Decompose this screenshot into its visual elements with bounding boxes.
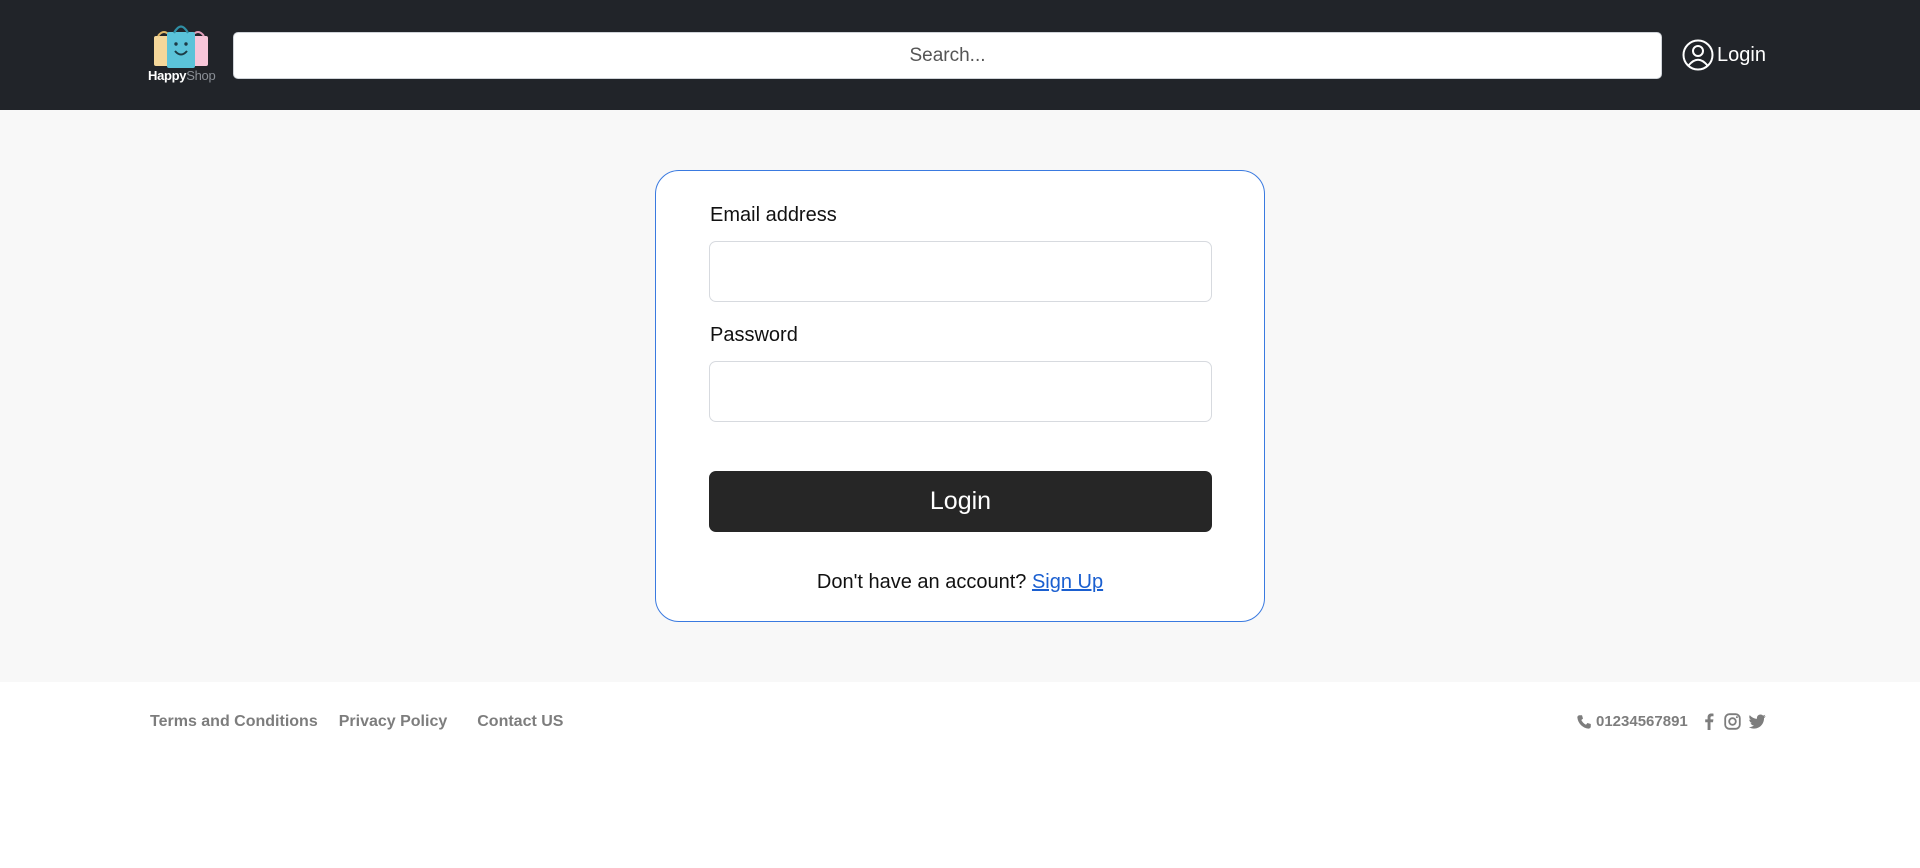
main-content: Email address Password Login Don't have … <box>0 110 1920 682</box>
signup-prompt-row: Don't have an account? Sign Up <box>656 571 1264 594</box>
phone-icon <box>1576 714 1592 730</box>
top-navbar: HappyShop Login <box>0 0 1920 110</box>
logo-word-shop: Shop <box>186 68 216 83</box>
footer-links: Terms and Conditions Privacy Policy Cont… <box>150 713 563 731</box>
shopping-bags-icon <box>154 25 208 68</box>
login-form-card: Email address Password Login Don't have … <box>655 170 1265 622</box>
logo-text: HappyShop <box>148 68 216 83</box>
signup-link[interactable]: Sign Up <box>1032 571 1103 593</box>
header-login-button[interactable]: Login <box>1681 38 1766 72</box>
header-login-label: Login <box>1717 43 1766 66</box>
password-label: Password <box>710 324 798 346</box>
user-circle-icon <box>1682 39 1714 71</box>
password-field[interactable] <box>709 361 1212 422</box>
email-field[interactable] <box>709 241 1212 302</box>
login-submit-button[interactable]: Login <box>709 471 1212 532</box>
signup-prompt-text: Don't have an account? <box>816 571 1027 593</box>
terms-link[interactable]: Terms and Conditions <box>150 713 318 731</box>
page-footer: Terms and Conditions Privacy Policy Cont… <box>0 682 1920 868</box>
contact-link[interactable]: Contact US <box>477 713 563 731</box>
instagram-icon[interactable] <box>1724 713 1741 730</box>
twitter-icon[interactable] <box>1748 714 1766 729</box>
search-input[interactable] <box>233 32 1662 79</box>
phone-number: 01234567891 <box>1596 713 1688 730</box>
email-label: Email address <box>710 204 837 226</box>
footer-contact: 01234567891 <box>1576 713 1766 730</box>
happyshop-logo[interactable]: HappyShop <box>148 22 216 86</box>
social-links <box>1702 713 1766 730</box>
facebook-icon[interactable] <box>1702 713 1716 730</box>
logo-word-happy: Happy <box>148 68 187 83</box>
privacy-link[interactable]: Privacy Policy <box>339 713 448 731</box>
